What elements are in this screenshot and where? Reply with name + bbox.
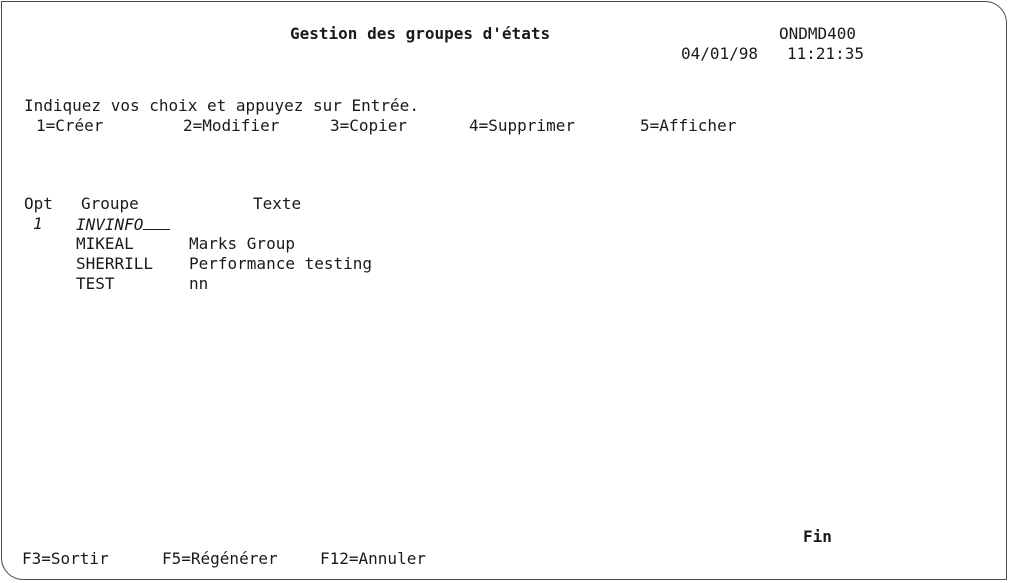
option-modify: 2=Modifier bbox=[183, 116, 280, 135]
option-display: 5=Afficher bbox=[640, 116, 737, 135]
system-time: 11:21:35 bbox=[787, 44, 865, 63]
column-header-texte: Texte bbox=[253, 194, 302, 213]
list-item-groupe: TEST bbox=[76, 274, 115, 293]
function-key-exit[interactable]: F3=Sortir bbox=[22, 549, 109, 569]
terminal-screen: { "header": { "title": "Gestion des grou… bbox=[0, 0, 1010, 583]
function-key-cancel[interactable]: F12=Annuler bbox=[320, 549, 426, 569]
option-delete: 4=Supprimer bbox=[469, 116, 575, 135]
input-fill-underline bbox=[143, 214, 171, 230]
column-header-opt: Opt bbox=[24, 194, 53, 213]
list-item-texte: nn bbox=[189, 274, 209, 293]
screen-border bbox=[1, 1, 1007, 580]
list-item-groupe: MIKEAL bbox=[76, 234, 134, 253]
option-copy: 3=Copier bbox=[330, 116, 408, 135]
list-item-texte: Performance testing bbox=[189, 254, 373, 273]
option-input-field[interactable]: 1 bbox=[33, 214, 43, 234]
list-item-texte: Marks Group bbox=[189, 234, 295, 253]
group-name-input-field[interactable]: INVINFO bbox=[76, 214, 171, 235]
screen-title: Gestion des groupes d'états bbox=[290, 24, 551, 43]
group-name-input-value: INVINFO bbox=[76, 215, 144, 234]
function-key-refresh[interactable]: F5=Régénérer bbox=[162, 549, 278, 569]
instruction-prompt: Indiquez vos choix et appuyez sur Entrée… bbox=[24, 96, 419, 115]
column-header-groupe: Groupe bbox=[81, 194, 139, 213]
list-item-groupe: SHERRILL bbox=[76, 254, 154, 273]
screen-id: ONDMD400 bbox=[779, 24, 857, 43]
system-date: 04/01/98 bbox=[681, 44, 759, 63]
end-of-list-marker: Fin bbox=[803, 527, 832, 546]
option-create: 1=Créer bbox=[36, 116, 104, 135]
